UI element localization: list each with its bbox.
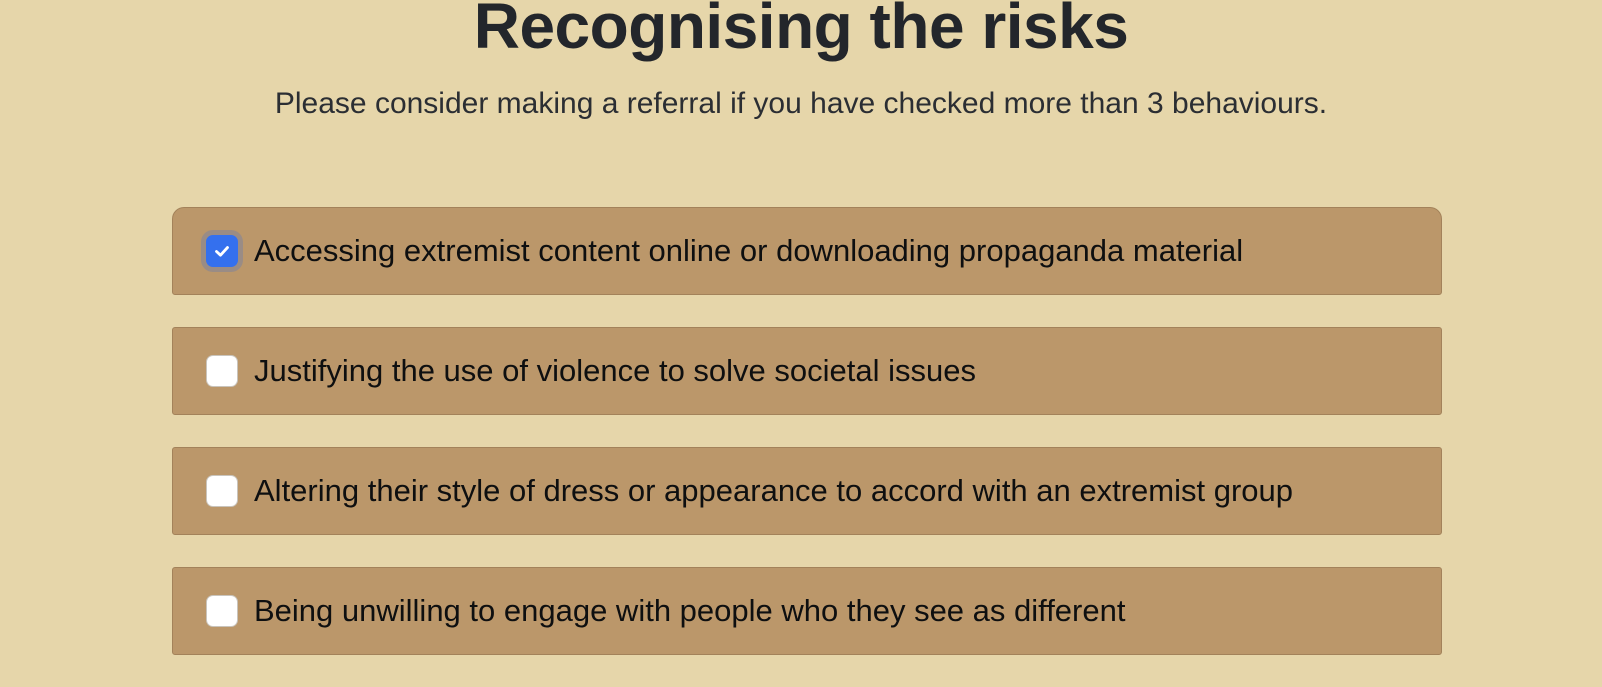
check-icon [215, 246, 229, 257]
risk-label: Being unwilling to engage with people wh… [254, 593, 1126, 628]
risk-item-altering-dress[interactable]: Altering their style of dress or appeara… [172, 447, 1442, 535]
risk-item-justifying-violence[interactable]: Justifying the use of violence to solve … [172, 327, 1442, 415]
page-title: Recognising the risks [473, 0, 1129, 62]
risk-checkbox[interactable] [206, 595, 238, 627]
risk-label: Accessing extremist content online or do… [254, 233, 1244, 268]
risk-checkbox[interactable] [206, 235, 238, 267]
risk-label: Justifying the use of violence to solve … [254, 353, 976, 388]
risk-item-unwilling-to-engage[interactable]: Being unwilling to engage with people wh… [172, 567, 1442, 655]
risk-item-accessing-extremist-content[interactable]: Accessing extremist content online or do… [172, 207, 1442, 295]
risk-label: Altering their style of dress or appeara… [254, 473, 1294, 508]
risk-checkbox[interactable] [206, 475, 238, 507]
page-subtitle: Please consider making a referral if you… [274, 87, 1328, 120]
risk-checklist: Accessing extremist content online or do… [172, 207, 1442, 687]
risk-checkbox[interactable] [206, 355, 238, 387]
